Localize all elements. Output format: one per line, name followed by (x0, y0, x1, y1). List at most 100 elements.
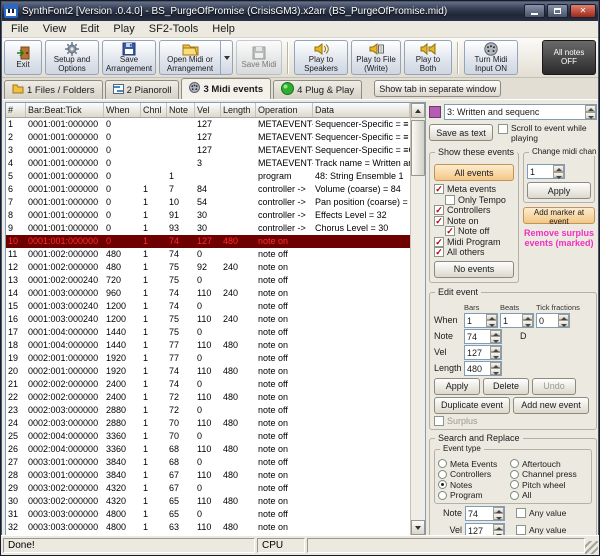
table-row[interactable]: 280003:001:0000003840167110480note on (6, 469, 410, 482)
save-arrangement-button[interactable]: Save Arrangement (102, 40, 156, 75)
table-row[interactable]: 170001:004:00000014401750note off (6, 326, 410, 339)
channel-apply-button[interactable]: Apply (527, 182, 591, 199)
down-arrow-icon[interactable] (490, 336, 501, 343)
play-to-both-button[interactable]: Play to Both (404, 40, 452, 75)
search-note-spinner[interactable]: 74 (465, 506, 505, 521)
table-row[interactable]: 300003:002:0000004320165110480note on (6, 495, 410, 508)
scrollbar-thumb[interactable] (411, 120, 425, 176)
duplicate-event-button[interactable]: Duplicate event (434, 397, 510, 414)
table-row[interactable]: 190002:001:00000019201770note off (6, 352, 410, 365)
open-midi-dropdown-button[interactable] (221, 40, 233, 75)
column-header[interactable]: Data (313, 103, 410, 117)
radio-all[interactable]: All (510, 490, 577, 501)
radio-controllers[interactable]: Controllers (438, 469, 510, 480)
tab-files-folders[interactable]: 1 Files / Folders (4, 80, 103, 99)
table-row[interactable]: 30001:001:0000000127METAEVENT->Sequencer… (6, 144, 410, 157)
events-table-body[interactable]: 10001:001:0000000127METAEVENT->Sequencer… (6, 118, 410, 535)
down-arrow-icon[interactable] (490, 368, 501, 375)
table-row[interactable]: 60001:001:00000001784controller ->Volume… (6, 183, 410, 196)
open-midi-button[interactable]: Open Midi or Arrangement (159, 40, 221, 75)
search-vel-spinner[interactable]: 127 (465, 523, 505, 537)
vel-spinner[interactable]: 127 (464, 345, 502, 360)
when-beats-spinner[interactable]: 1 (500, 313, 534, 328)
up-arrow-icon[interactable] (585, 105, 596, 112)
column-header[interactable]: Chnl (141, 103, 167, 117)
vertical-scrollbar[interactable] (410, 103, 425, 535)
table-row[interactable]: 210002:002:00000024001740note off (6, 378, 410, 391)
table-row[interactable]: 200002:001:0000001920174110480note on (6, 365, 410, 378)
checkbox-controllers[interactable]: ✓Controllers (434, 205, 514, 216)
radio-program[interactable]: Program (438, 490, 510, 501)
table-row[interactable]: 70001:001:000000011054controller ->Pan p… (6, 196, 410, 209)
radio-channel-press[interactable]: Channel press (510, 469, 577, 480)
checkbox-note-on[interactable]: ✓Note on (434, 216, 514, 227)
table-row[interactable]: 110001:002:0000004801740note off (6, 248, 410, 261)
column-header[interactable]: When (104, 103, 141, 117)
table-row[interactable]: 250002:004:00000033601700note off (6, 430, 410, 443)
add-marker-button[interactable]: Add marker at event (523, 207, 595, 224)
scrollbar-track[interactable] (411, 118, 425, 520)
close-button[interactable]: ✕ (570, 4, 596, 18)
table-row[interactable]: 320003:003:0000004800163110480note on (6, 521, 410, 534)
column-header[interactable]: Vel (195, 103, 221, 117)
tab-pianoroll[interactable]: 2 Pianoroll (105, 80, 180, 99)
checkbox-only-tempo[interactable]: Only Tempo (445, 195, 514, 206)
scroll-to-event-checkbox[interactable]: Scroll to event while playing (498, 124, 590, 143)
table-row[interactable]: 150001:003:00024012001740note off (6, 300, 410, 313)
table-row[interactable]: 130001:002:0002407201750note off (6, 274, 410, 287)
surplus-checkbox[interactable]: Surplus (434, 416, 592, 426)
vel-any-value-checkbox[interactable]: Any value (516, 525, 566, 535)
down-arrow-icon[interactable] (493, 513, 504, 520)
track-color-swatch[interactable] (429, 106, 441, 118)
exit-button[interactable]: Exit (4, 40, 42, 75)
table-row[interactable]: 180001:004:0000001440177110480note on (6, 339, 410, 352)
table-row[interactable]: 160001:003:0002401200175110240note on (6, 313, 410, 326)
table-row[interactable]: 270003:001:00000038401680note off (6, 456, 410, 469)
save-midi-button[interactable]: Save Midi (236, 40, 282, 75)
checkbox-midi-program[interactable]: ✓Midi Program (434, 237, 514, 248)
radio-meta-events[interactable]: Meta Events (438, 459, 510, 470)
table-row[interactable]: 230002:003:00000028801720note off (6, 404, 410, 417)
down-arrow-icon[interactable] (558, 320, 569, 327)
table-row[interactable]: 40001:001:00000003METAEVENT->Track name … (6, 157, 410, 170)
menu-play[interactable]: Play (106, 22, 141, 37)
save-as-text-button[interactable]: Save as text (429, 124, 493, 141)
midi-input-button[interactable]: Turn Midi Input ON (464, 40, 518, 75)
menu-help[interactable]: Help (205, 22, 242, 37)
table-row[interactable]: 310003:003:00000048001650note off (6, 508, 410, 521)
table-row[interactable]: 240002:003:0000002880170110480note on (6, 417, 410, 430)
checkbox-all-others[interactable]: ✓All others (434, 247, 514, 258)
table-row[interactable]: 140001:003:000000960174110240note on (6, 287, 410, 300)
track-selector[interactable]: 3: Written and sequenc (444, 104, 597, 120)
maximize-button[interactable] (547, 4, 568, 18)
note-spinner[interactable]: 74 (464, 329, 502, 344)
menu-file[interactable]: File (4, 22, 36, 37)
menu-view[interactable]: View (36, 22, 74, 37)
checkbox-meta-events[interactable]: ✓Meta events (434, 184, 514, 195)
all-notes-off-button[interactable]: All notes OFF (542, 40, 596, 75)
minimize-button[interactable] (524, 4, 545, 18)
length-spinner[interactable]: 480 (464, 361, 502, 376)
column-header[interactable]: # (6, 103, 26, 117)
table-row[interactable]: 10001:001:0000000127METAEVENT->Sequencer… (6, 118, 410, 131)
play-to-file-button[interactable]: Play to File (Write) (351, 40, 401, 75)
note-any-value-checkbox[interactable]: Any value (516, 508, 566, 518)
scroll-up-button[interactable] (411, 103, 425, 118)
column-header[interactable]: Length (221, 103, 256, 117)
column-header[interactable]: Bar:Beat:Tick (26, 103, 104, 117)
setup-options-button[interactable]: Setup and Options (45, 40, 99, 75)
table-row[interactable]: 80001:001:000000019130controller ->Effec… (6, 209, 410, 222)
radio-pitch-wheel[interactable]: Pitch wheel (510, 480, 577, 491)
table-row[interactable]: 260002:004:0000003360168110480note on (6, 443, 410, 456)
resize-grip[interactable] (585, 541, 598, 554)
table-row[interactable]: 120001:002:00000048017592240note on (6, 261, 410, 274)
column-header[interactable]: Note (167, 103, 195, 117)
column-header[interactable]: Operation (256, 103, 313, 117)
when-ticks-spinner[interactable]: 0 (536, 313, 570, 328)
down-arrow-icon[interactable] (486, 320, 497, 327)
menu-sf2-tools[interactable]: SF2-Tools (142, 22, 206, 37)
table-row[interactable]: 90001:001:000000019330controller ->Choru… (6, 222, 410, 235)
down-arrow-icon[interactable] (522, 320, 533, 327)
undo-button[interactable]: Undo (532, 378, 576, 395)
table-row[interactable]: 20001:001:0000000127METAEVENT->Sequencer… (6, 131, 410, 144)
